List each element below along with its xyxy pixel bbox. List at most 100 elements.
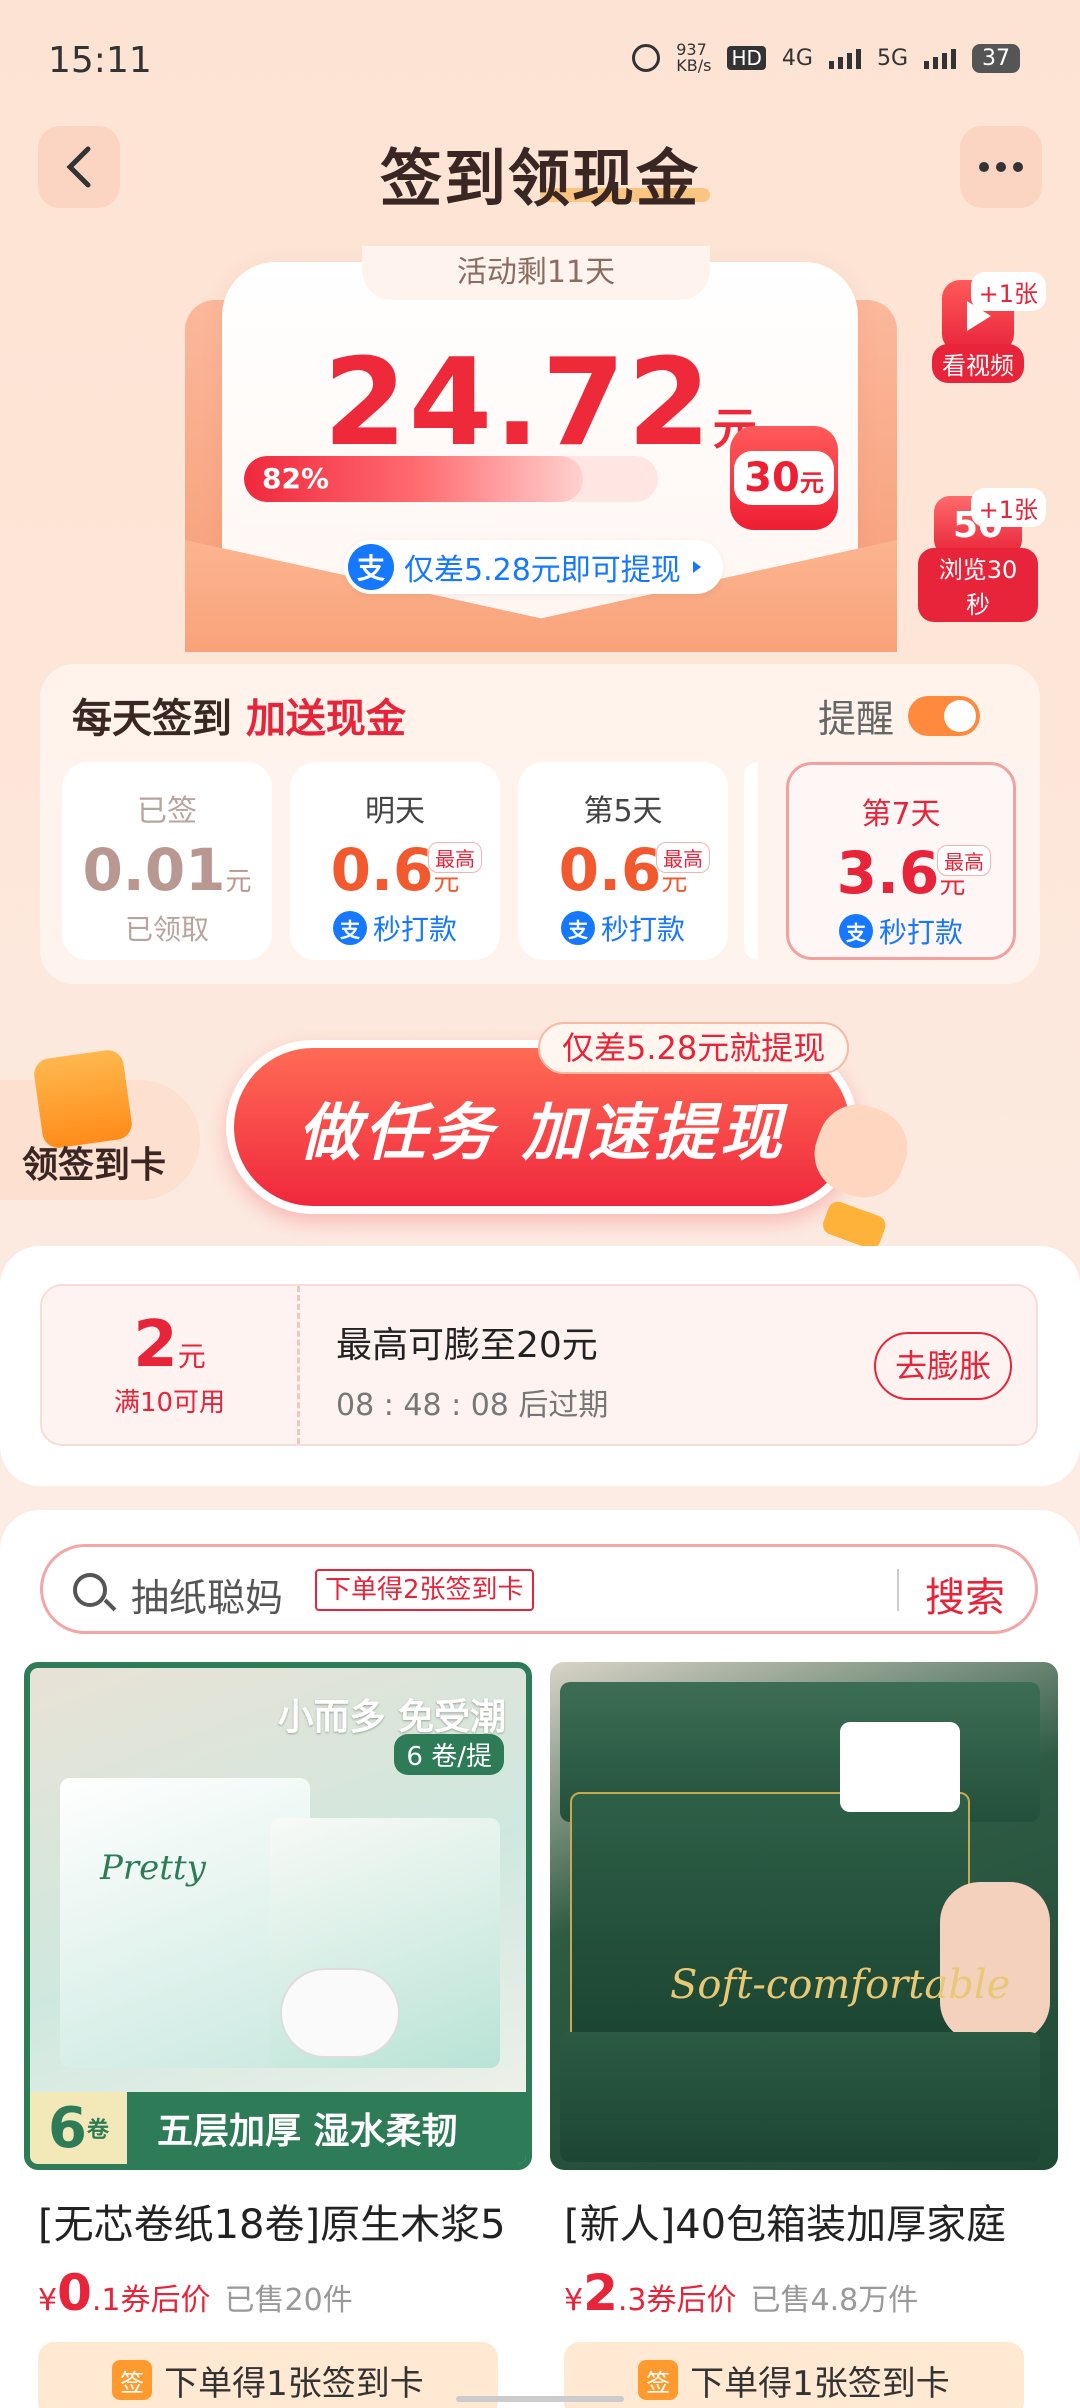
alipay-icon: 支 (348, 544, 394, 590)
signal-4g-label: 4G (781, 45, 813, 71)
browse-label: 浏览30秒 (918, 548, 1038, 622)
search-button[interactable]: 搜索 (925, 1565, 1005, 1623)
watch-video-widget[interactable]: +1张 看视频 (918, 272, 1046, 383)
search-placeholder: 抽纸聪妈 (131, 1576, 284, 1620)
progress-label: 82% (262, 462, 330, 495)
fast-pay: 支秒打款 (518, 908, 728, 948)
status-time: 15:11 (48, 40, 152, 81)
target-amount-badge: 30元 (730, 426, 838, 530)
coupon-card: 2元 满10可用 最高可膨至20元 08 : 48 : 08 后过期 去膨胀 (40, 1284, 1038, 1446)
daily-title-red: 加送现金 (245, 696, 406, 742)
withdraw-hint-text: 仅差5.28元即可提现 (404, 553, 681, 588)
day-value: 0.01元 (82, 836, 252, 904)
product-name: [新人]40包箱装加厚家庭 (564, 2202, 1007, 2248)
checkin-badge-icon: 签 (112, 2360, 153, 2400)
remind-toggle[interactable] (908, 695, 980, 736)
day-card-hidden-edge (744, 762, 758, 960)
alipay-icon: 支 (838, 914, 873, 948)
hd-icon: HD (727, 46, 766, 70)
product-price: ¥0.1券后价 已售20件 (38, 2264, 353, 2322)
days-left-label: 活动剩11天 (362, 246, 710, 300)
remind-toggle-row: 提醒 (818, 688, 980, 743)
checkin-badge-icon: 签 (638, 2360, 679, 2400)
coupon-unit: 元 (177, 1340, 206, 1373)
search-chip: 下单得2张签到卡 (315, 1569, 534, 1611)
more-button[interactable] (960, 126, 1042, 208)
cash-amount-value: 24.72 (323, 334, 713, 473)
remind-label: 提醒 (817, 697, 894, 741)
daily-title-main: 每天签到 (72, 696, 232, 742)
product-cta-button[interactable]: 签下单得1张签到卡 (564, 2342, 1024, 2408)
coupon-condition: 满10可用 (113, 1388, 226, 1418)
product-image[interactable]: 小而多 免受潮 6 卷/提 Pretty 6卷 五层加厚 湿水柔韧 (24, 1662, 532, 2170)
search-icon (73, 1573, 107, 1607)
tissue-sheet-shape (840, 1722, 960, 1812)
status-icons: 937 KB/s HD 4G 5G 37 (632, 42, 1020, 74)
product-card-1[interactable]: 小而多 免受潮 6 卷/提 Pretty 6卷 五层加厚 湿水柔韧 [无芯卷纸1… (24, 1662, 532, 2408)
video-label: 看视频 (932, 344, 1024, 383)
day-label: 第5天 (583, 794, 663, 829)
more-dots-icon (979, 162, 1023, 172)
alipay-icon: 支 (560, 911, 595, 945)
product-price: ¥2.3券后价 已售4.8万件 (564, 2264, 919, 2322)
coupon-value: 2 (133, 1308, 178, 1382)
coupon-title: 最高可膨至20元 (336, 1325, 598, 1366)
product-brand: Soft-comfortable (670, 1962, 1011, 2008)
battery-icon: 37 (972, 43, 1020, 73)
do-task-label: 做任务 加速提现 (298, 1096, 786, 1169)
home-indicator (456, 2396, 624, 2402)
target-unit: 元 (799, 469, 824, 497)
product-cta-button[interactable]: 签下单得1张签到卡 (38, 2342, 498, 2408)
tissue-box-shape (560, 2032, 1040, 2162)
fast-pay: 支秒打款 (789, 911, 1013, 951)
day-value: 0.6元 最高 (290, 836, 500, 904)
max-badge: 最高 (937, 845, 991, 876)
coupon-expire: 08 : 48 : 08 后过期 (336, 1388, 609, 1423)
day-label: 已签 (137, 794, 197, 829)
coupon-value-block: 2元 满10可用 (42, 1286, 300, 1444)
withdraw-hint[interactable]: 支 仅差5.28元即可提现 (344, 540, 723, 594)
browse-bonus-badge: +1张 (970, 488, 1046, 527)
target-value: 30 (744, 455, 800, 501)
product-image-badge: 6 卷/提 (394, 1734, 504, 1775)
checkin-card-label: 领签到卡 (22, 1145, 167, 1186)
day-card-day5[interactable]: 第5天 0.6元 最高 支秒打款 (518, 762, 728, 960)
day-sub: 已领取 (124, 913, 209, 946)
fast-pay: 支秒打款 (290, 908, 500, 948)
expand-coupon-button[interactable]: 去膨胀 (874, 1332, 1012, 1400)
day-label: 第7天 (861, 797, 941, 832)
toilet-roll-shape (280, 1968, 400, 2058)
product-brand: Pretty (100, 1848, 206, 1888)
task-tip-bubble: 仅差5.28元就提现 (538, 1022, 850, 1074)
day-value: 0.6元 最高 (518, 836, 728, 904)
caret-right-icon (692, 561, 701, 573)
signal-5g-label: 5G (876, 45, 908, 71)
product-card-2[interactable]: Soft-comfortable [新人]40包箱装加厚家庭 ¥2.3券后价 已售… (550, 1662, 1058, 2408)
daily-title: 每天签到 加送现金 (72, 686, 406, 744)
page-title: 签到领现金 (379, 142, 700, 215)
browse-widget[interactable]: +1张 50 浏览30秒 (918, 488, 1046, 622)
alarm-icon (632, 44, 661, 72)
max-badge: 最高 (428, 842, 482, 873)
checkin-card-icon (32, 1048, 134, 1150)
search-divider (897, 1569, 899, 1611)
progress-bar: 82% (244, 456, 658, 502)
net-speed: 937 KB/s (676, 40, 712, 75)
checkin-card-entry[interactable]: 领签到卡 (0, 1048, 200, 1200)
day-value: 3.6元 最高 (789, 839, 1013, 907)
day-label: 明天 (365, 794, 425, 829)
day-card-day7[interactable]: 第7天 3.6元 最高 支秒打款 (786, 762, 1016, 960)
alipay-icon: 支 (332, 911, 367, 945)
day-card-signed: 已签 0.01元 已领取 (62, 762, 272, 960)
signal-bars-icon-2 (924, 47, 956, 69)
product-image[interactable]: Soft-comfortable (550, 1662, 1058, 2170)
max-badge: 最高 (656, 842, 710, 873)
signal-bars-icon (828, 47, 861, 69)
product-image-banner: 6卷 五层加厚 湿水柔韧 (30, 2092, 526, 2164)
status-bar: 15:11 937 KB/s HD 4G 5G 37 (0, 0, 1080, 120)
day-card-tomorrow[interactable]: 明天 0.6元 最高 支秒打款 (290, 762, 500, 960)
product-name: [无芯卷纸18卷]原生木浆5 (38, 2202, 506, 2248)
video-bonus-badge: +1张 (970, 272, 1046, 311)
search-bar[interactable]: 抽纸聪妈 下单得2张签到卡 搜索 (40, 1544, 1038, 1634)
product-image-caption: 小而多 免受潮 (277, 1697, 506, 1738)
